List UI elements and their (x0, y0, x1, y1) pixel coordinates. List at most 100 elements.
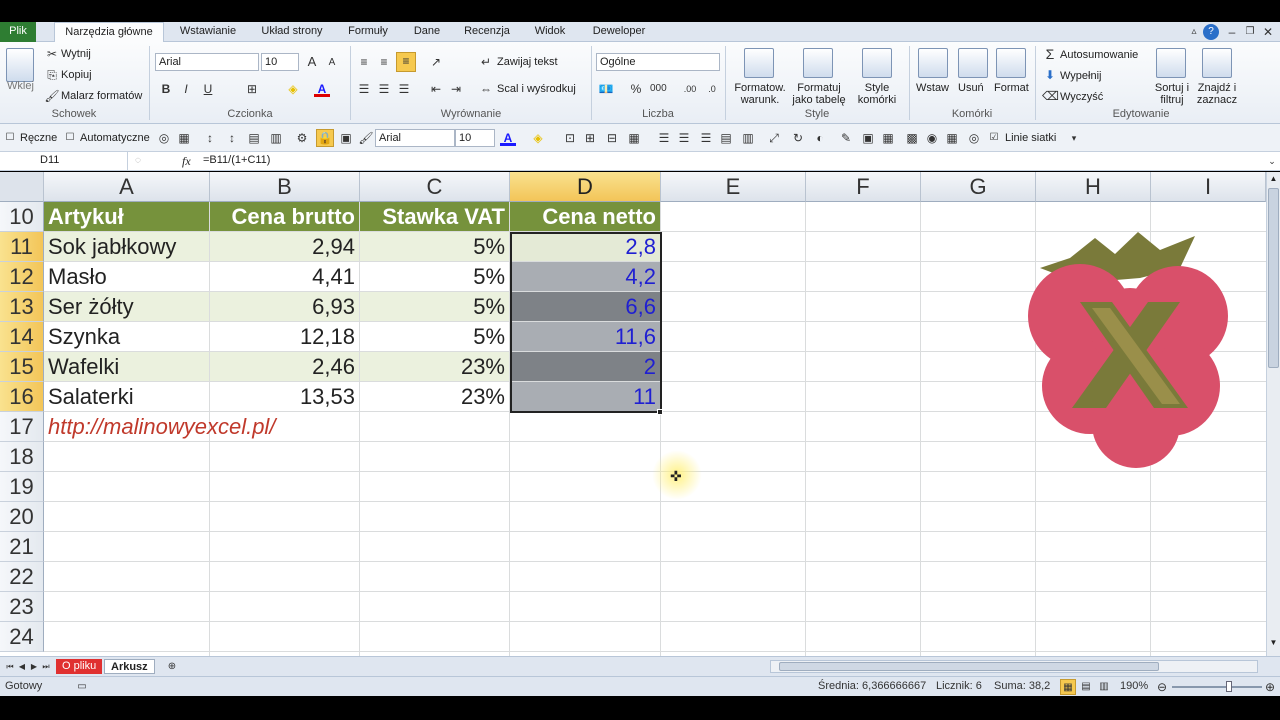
zoom-slider-thumb[interactable] (1226, 681, 1232, 692)
tab-home[interactable]: Narzędzia główne (54, 22, 164, 43)
expand-icon[interactable]: ◌ (130, 153, 146, 169)
col-header-d[interactable]: D (510, 172, 661, 202)
qat-icon-a[interactable]: ▤ (718, 130, 734, 146)
thousands-icon[interactable]: 000 (650, 81, 667, 97)
window-close-icon[interactable]: ✕ (1260, 24, 1276, 40)
sort-filter-button[interactable]: Sortuj i filtruj (1150, 82, 1194, 106)
table-cell[interactable]: 5% (360, 292, 510, 322)
table-cell[interactable]: Ser żółty (44, 292, 210, 322)
qat-icon-h[interactable]: ▦ (880, 130, 896, 146)
qat-customize-icon[interactable]: ▾ (1066, 130, 1082, 146)
number-format-select[interactable]: Ogólne (596, 53, 720, 71)
qat-font-select[interactable]: Arial (375, 129, 455, 147)
page-break-view-icon[interactable]: ▥ (1096, 679, 1112, 695)
row-header-20[interactable]: 20 (0, 502, 44, 532)
row-header-19[interactable]: 19 (0, 472, 44, 502)
tab-file[interactable]: Plik (0, 22, 36, 42)
tab-review[interactable]: Recenzja (456, 22, 518, 42)
table-cell[interactable]: 5% (360, 232, 510, 262)
formula-input[interactable]: =B11/(1+C11) (203, 154, 270, 166)
table-cell[interactable]: 12,18 (210, 322, 360, 352)
last-sheet-icon[interactable]: ⏭ (38, 659, 54, 675)
row-header-15[interactable]: 15 (0, 352, 44, 382)
website-link[interactable]: http://malinowyexcel.pl/ (44, 412, 360, 442)
zoom-in-icon[interactable]: ⊕ (1262, 679, 1278, 695)
zoom-out-icon[interactable]: ⊖ (1154, 679, 1170, 695)
row-header-22[interactable]: 22 (0, 562, 44, 592)
row-header-24[interactable]: 24 (0, 622, 44, 652)
align-center-icon[interactable]: ☰ (376, 81, 392, 97)
row-header-13[interactable]: 13 (0, 292, 44, 322)
align-top-icon[interactable]: ≡ (356, 54, 372, 70)
toolbar-icon-7[interactable]: ⚙ (294, 130, 310, 146)
toolbar-icon-1[interactable]: ◎ (156, 130, 172, 146)
scroll-thumb[interactable] (1268, 188, 1279, 368)
row-header-17[interactable]: 17 (0, 412, 44, 442)
table-cell[interactable]: Wafelki (44, 352, 210, 382)
qat-fill-icon[interactable]: ◈ (530, 130, 546, 146)
horizontal-scrollbar[interactable] (770, 660, 1258, 673)
tab-view[interactable]: Widok (522, 22, 578, 42)
auto-checkbox[interactable]: ☐ (62, 130, 78, 146)
col-header-g[interactable]: G (921, 172, 1036, 202)
table-cell[interactable]: Sok jabłkowy (44, 232, 210, 262)
qat-icon-g[interactable]: ▣ (860, 130, 876, 146)
select-all-corner[interactable] (0, 172, 44, 202)
vertical-scrollbar[interactable]: ▲ ▼ (1266, 172, 1280, 656)
shrink-font-icon[interactable]: A (324, 55, 340, 71)
autosum-button[interactable]: Autosumowanie (1060, 49, 1138, 61)
qat-font-color-icon[interactable]: A (500, 130, 516, 146)
tab-data[interactable]: Dane (404, 22, 450, 42)
format-as-table-button[interactable]: Formatuj jako tabelę (788, 82, 850, 106)
row-header-23[interactable]: 23 (0, 592, 44, 622)
toolbar-icon-5[interactable]: ▤ (246, 130, 262, 146)
qat-icon-l[interactable]: ◎ (966, 130, 982, 146)
find-select-button[interactable]: Znajdź i zaznacz (1192, 82, 1242, 106)
borders-icon[interactable]: ⊞ (244, 81, 260, 97)
clear-button[interactable]: Wyczyść (1060, 91, 1103, 103)
toolbar-icon-3[interactable]: ↕ (202, 130, 218, 146)
row-header-21[interactable]: 21 (0, 532, 44, 562)
table-cell[interactable]: Masło (44, 262, 210, 292)
cell-styles-button[interactable]: Style komórki (852, 82, 902, 106)
table-cell[interactable]: 13,53 (210, 382, 360, 412)
toolbar-icon-6[interactable]: ▥ (268, 130, 284, 146)
insert-cells-button[interactable]: Wstaw (916, 82, 949, 94)
gridlines-checkbox[interactable]: ☑ (986, 130, 1002, 146)
format-cells-button[interactable]: Format (994, 82, 1029, 94)
table-cell-selected[interactable]: 2 (510, 352, 661, 382)
brush-icon[interactable]: 🖌 (358, 130, 374, 146)
col-header-h[interactable]: H (1036, 172, 1151, 202)
new-sheet-icon[interactable]: ⊕ (164, 659, 180, 675)
window-restore-icon[interactable]: ❐ (1242, 24, 1258, 40)
table-header-gross[interactable]: Cena brutto (210, 202, 360, 232)
merge-center-button[interactable]: Scal i wyśrodkuj (497, 83, 576, 95)
grow-font-icon[interactable]: A (304, 54, 320, 70)
row-header-18[interactable]: 18 (0, 442, 44, 472)
table-header-article[interactable]: Artykuł (44, 202, 210, 232)
toolbar-icon-2[interactable]: ▦ (176, 130, 192, 146)
qat-icon-c[interactable]: ⤢ (766, 130, 782, 146)
toolbar-icon-8[interactable]: ▣ (338, 130, 354, 146)
decrease-decimal-icon[interactable]: .0 (704, 81, 720, 97)
increase-indent-icon[interactable]: ⇥ (448, 81, 464, 97)
insert-function-icon[interactable]: fx (182, 154, 191, 169)
paste-button[interactable]: Wklej (7, 80, 34, 92)
table-cell[interactable]: 4,41 (210, 262, 360, 292)
tab-page-layout[interactable]: Układ strony (252, 22, 332, 42)
table-cell[interactable]: Salaterki (44, 382, 210, 412)
paste-icon[interactable] (6, 48, 34, 82)
lock-icon[interactable]: 🔒 (316, 129, 334, 147)
table-cell-selected[interactable]: 11,6 (510, 322, 661, 352)
qat-icon-f[interactable]: ✎ (838, 130, 854, 146)
qat-icon-j[interactable]: ◉ (924, 130, 940, 146)
bold-button[interactable]: B (158, 81, 174, 97)
align-right-icon[interactable]: ☰ (396, 81, 412, 97)
underline-button[interactable]: U (200, 81, 216, 97)
qat-size-select[interactable]: 10 (455, 129, 495, 147)
decrease-indent-icon[interactable]: ⇤ (428, 81, 444, 97)
align-left-icon[interactable]: ☰ (356, 81, 372, 97)
font-color-icon[interactable]: A (314, 81, 330, 97)
qat-icon-b[interactable]: ▥ (740, 130, 756, 146)
qat-border-icon-4[interactable]: ▦ (626, 130, 642, 146)
